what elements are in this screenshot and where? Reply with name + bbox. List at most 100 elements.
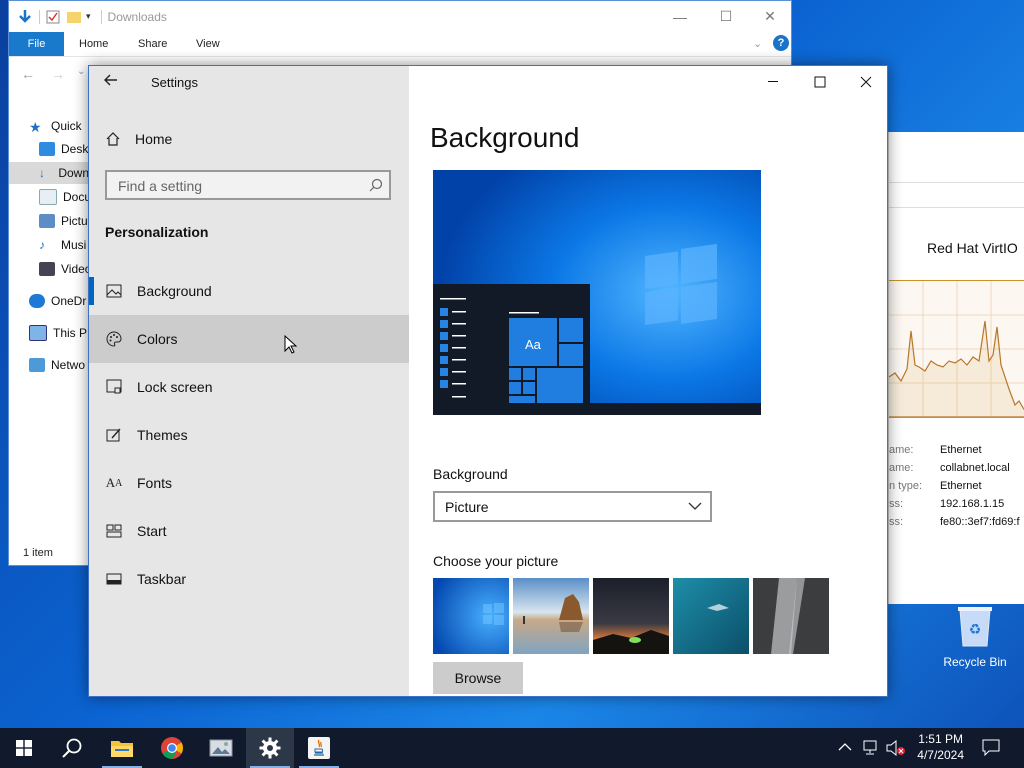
beach-rocks-thumb bbox=[513, 578, 589, 654]
java-icon bbox=[308, 737, 330, 759]
tree-quick-access[interactable]: ★ Quick bbox=[29, 115, 82, 137]
search-button[interactable] bbox=[48, 728, 96, 768]
tab-file[interactable]: File bbox=[9, 32, 64, 56]
nav-background[interactable]: Background bbox=[89, 267, 409, 315]
expand-ribbon-icon[interactable]: ⌄ bbox=[753, 32, 762, 56]
back-button[interactable] bbox=[103, 72, 123, 92]
network-tray-button[interactable] bbox=[862, 740, 880, 761]
taskbar-icon bbox=[105, 570, 123, 588]
recent-locations-icon[interactable]: ⌄ bbox=[77, 66, 85, 77]
network-icon bbox=[863, 740, 877, 755]
show-hidden-icons-button[interactable] bbox=[838, 740, 852, 759]
tree-network[interactable]: Netwo bbox=[29, 354, 85, 376]
search-box[interactable] bbox=[105, 170, 391, 200]
settings-content: Background Aa Background Picture Choose … bbox=[409, 66, 887, 696]
mouse-cursor-icon bbox=[284, 335, 298, 354]
volume-tray-button[interactable] bbox=[886, 739, 906, 762]
gear-icon bbox=[259, 737, 281, 759]
clock[interactable]: 1:51 PM 4/7/2024 bbox=[917, 731, 964, 763]
tree-documents[interactable]: Docu bbox=[39, 186, 91, 208]
chrome-taskbar-button[interactable] bbox=[148, 728, 196, 768]
svg-text:♻: ♻ bbox=[969, 621, 982, 637]
tree-pictures[interactable]: Pictu bbox=[39, 210, 88, 232]
photos-taskbar-button[interactable] bbox=[197, 728, 245, 768]
file-explorer-taskbar-button[interactable] bbox=[98, 728, 146, 768]
performance-window[interactable]: Red Hat VirtIO ame: Ethernet ame: collabne… bbox=[888, 132, 1024, 604]
settings-taskbar-button[interactable] bbox=[246, 728, 294, 768]
themes-icon bbox=[105, 426, 123, 444]
picture-thumbnail-windows[interactable] bbox=[433, 578, 509, 654]
start-icon bbox=[105, 522, 123, 540]
action-center-button[interactable] bbox=[982, 738, 1000, 761]
nav-colors[interactable]: Colors bbox=[89, 315, 409, 363]
clock-date: 4/7/2024 bbox=[917, 748, 964, 762]
fonts-icon: AA bbox=[105, 475, 123, 490]
forward-arrow-icon[interactable]: → bbox=[51, 66, 65, 82]
document-icon bbox=[39, 189, 57, 205]
properties-icon[interactable] bbox=[46, 10, 60, 24]
status-bar: 1 item bbox=[23, 547, 53, 559]
night-sky-thumb bbox=[593, 578, 669, 654]
folder-icon bbox=[111, 741, 133, 757]
nav-fonts[interactable]: AA Fonts bbox=[89, 459, 409, 507]
tree-music[interactable]: ♪ Musi bbox=[39, 234, 86, 256]
computer-icon bbox=[29, 325, 47, 341]
help-icon[interactable]: ? bbox=[773, 35, 789, 51]
tree-onedrive[interactable]: OneDr bbox=[29, 290, 86, 312]
picture-icon bbox=[105, 282, 123, 300]
close-button[interactable] bbox=[843, 66, 889, 98]
separator bbox=[39, 9, 40, 24]
back-arrow-icon bbox=[104, 74, 117, 86]
tree-videos[interactable]: Video bbox=[39, 258, 91, 280]
minimize-button[interactable] bbox=[751, 66, 797, 98]
tab-view[interactable]: View bbox=[196, 32, 220, 56]
nav-taskbar[interactable]: Taskbar bbox=[89, 555, 409, 603]
home-link[interactable]: Home bbox=[105, 128, 172, 150]
tab-home[interactable]: Home bbox=[79, 32, 108, 56]
star-icon: ★ bbox=[29, 119, 42, 135]
recycle-bin-shortcut[interactable]: ♻ Recycle Bin bbox=[940, 600, 1010, 669]
photo-viewer-icon bbox=[209, 739, 233, 757]
background-type-dropdown[interactable]: Picture bbox=[433, 491, 712, 522]
back-arrow-icon[interactable]: ← bbox=[21, 66, 35, 82]
nav-lock-screen[interactable]: Lock screen bbox=[89, 363, 409, 411]
chevron-down-icon bbox=[688, 502, 702, 510]
desktop-icon bbox=[39, 142, 55, 156]
page-title: Background bbox=[430, 122, 580, 153]
recycle-bin-label: Recycle Bin bbox=[943, 655, 1007, 669]
network-icon bbox=[29, 358, 45, 372]
picture-thumbnail-beach[interactable] bbox=[513, 578, 589, 654]
browse-button[interactable]: Browse bbox=[433, 662, 523, 694]
underwater-thumb bbox=[673, 578, 749, 654]
tree-this-pc[interactable]: This P bbox=[29, 322, 87, 344]
search-icon bbox=[369, 178, 383, 192]
start-button[interactable] bbox=[0, 728, 48, 768]
ribbon-tabs: File Home Share View ⌄ ? bbox=[9, 32, 791, 57]
recycle-bin-icon: ♻ bbox=[958, 607, 992, 647]
search-input[interactable] bbox=[116, 176, 360, 196]
close-button[interactable]: ✕ bbox=[747, 1, 793, 32]
tab-share[interactable]: Share bbox=[138, 32, 167, 56]
minimize-button[interactable]: — bbox=[657, 1, 703, 32]
maximize-button[interactable]: ☐ bbox=[703, 1, 749, 32]
nav-themes[interactable]: Themes bbox=[89, 411, 409, 459]
tree-downloads[interactable]: ↓ Down bbox=[9, 162, 89, 184]
windows-logo-icon bbox=[16, 740, 32, 756]
music-icon: ♪ bbox=[39, 238, 45, 252]
picture-thumbnail-night[interactable] bbox=[593, 578, 669, 654]
app-title: Settings bbox=[151, 75, 198, 90]
maximize-button[interactable] bbox=[797, 66, 843, 98]
picture-thumbnail-underwater[interactable] bbox=[673, 578, 749, 654]
nav-start[interactable]: Start bbox=[89, 507, 409, 555]
tree-desktop[interactable]: Deskt bbox=[39, 138, 92, 160]
new-folder-icon[interactable] bbox=[66, 10, 82, 24]
choose-picture-label: Choose your picture bbox=[433, 553, 559, 569]
settings-sidebar: Settings Home Personalization Background… bbox=[89, 66, 409, 696]
picture-thumbnail-cliff[interactable] bbox=[753, 578, 829, 654]
explorer-title: Downloads bbox=[107, 9, 167, 24]
home-icon bbox=[106, 132, 120, 146]
java-taskbar-button[interactable] bbox=[295, 728, 343, 768]
quick-access-dropdown-icon[interactable]: ▾ bbox=[86, 11, 91, 22]
clock-time: 1:51 PM bbox=[918, 732, 963, 746]
settings-window[interactable]: Settings Home Personalization Background… bbox=[88, 65, 888, 697]
